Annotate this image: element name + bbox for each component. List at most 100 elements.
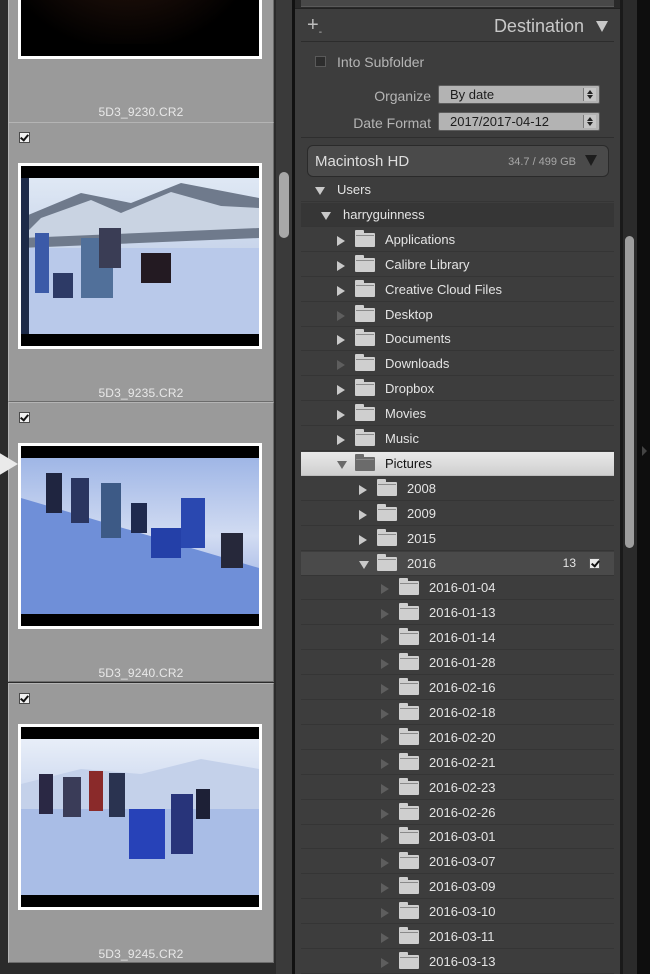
disclosure-closed-icon[interactable] [381,808,389,819]
filename-label: 5D3_9245.CR2 [98,947,184,961]
folder-row-2015[interactable]: 2015 [301,527,614,551]
folder-label: 2009 [407,505,436,521]
folder-row-2016-03-07[interactable]: 2016-03-07 [301,850,614,875]
folder-row-calibre-library[interactable]: Calibre Library [301,253,614,277]
folder-row-2016-02-21[interactable]: 2016-02-21 [301,751,614,775]
photo-thumbnail[interactable] [18,0,262,59]
disclosure-closed-icon[interactable] [381,908,389,919]
disclosure-closed-icon[interactable] [381,659,389,670]
folder-row-2016-03-01[interactable]: 2016-03-01 [301,825,614,850]
folder-row-2016-03-09[interactable]: 2016-03-09 [301,875,614,900]
folder-icon [355,279,375,297]
disclosure-closed-icon[interactable] [381,858,389,869]
grid-scrollbar[interactable] [276,0,292,974]
folder-label: 2016-02-20 [429,729,496,745]
folder-row-2008[interactable]: 2008 [301,477,614,501]
disclosure-open-icon[interactable] [337,460,347,469]
disclosure-closed-icon[interactable] [337,410,345,421]
disclosure-closed-icon[interactable] [381,733,389,744]
disclosure-closed-icon[interactable] [381,957,389,968]
folder-icon [355,379,375,397]
folder-row-2016-02-26[interactable]: 2016-02-26 [301,801,614,825]
disclosure-closed-icon[interactable] [337,285,345,296]
folder-row-2016[interactable]: 2016 13 [301,551,614,576]
disclosure-closed-icon[interactable] [337,310,345,321]
destination-panel: +- Destination Into Subfolder Organize B… [295,0,620,974]
disclosure-closed-icon[interactable] [381,833,389,844]
grid-scrollbar-thumb[interactable] [279,172,289,238]
into-subfolder-checkbox[interactable] [315,56,326,67]
folder-icon [399,777,419,795]
disclosure-closed-icon[interactable] [381,883,389,894]
disclosure-closed-icon[interactable] [381,684,389,694]
disclosure-open-icon[interactable] [321,211,331,220]
folder-row-documents[interactable]: Documents [301,327,614,352]
disclosure-closed-icon[interactable] [337,360,345,371]
folder-row-applications[interactable]: Applications [301,228,614,252]
photo-thumbnail[interactable] [18,724,262,910]
folder-row-2016-03-13[interactable]: 2016-03-13 [301,950,614,974]
folder-row-2016-01-04[interactable]: 2016-01-04 [301,576,614,601]
folder-row-dropbox[interactable]: Dropbox [301,377,614,402]
expand-panel-icon[interactable] [642,446,647,456]
folder-label: Users [337,182,371,197]
add-folder-icon[interactable]: +- [307,15,322,43]
disclosure-closed-icon[interactable] [359,534,367,545]
disclosure-closed-icon[interactable] [381,584,389,595]
folder-row-pictures[interactable]: Pictures [301,451,614,476]
folder-row-2009[interactable]: 2009 [301,502,614,526]
disclosure-closed-icon[interactable] [381,783,389,794]
photo-thumbnail[interactable] [18,163,262,349]
photo-thumbnail[interactable] [18,443,262,629]
folder-row-2016-03-11[interactable]: 2016-03-11 [301,925,614,949]
date-format-row: Date Format 2017/2017-04-12 [295,111,620,135]
panel-scrollbar-thumb[interactable] [625,236,634,548]
disclosure-closed-icon[interactable] [337,260,345,271]
folder-row-2016-02-23[interactable]: 2016-02-23 [301,776,614,800]
folder-row-2016-01-14[interactable]: 2016-01-14 [301,626,614,651]
include-checkbox[interactable] [19,132,30,143]
folder-icon [399,927,419,944]
disclosure-closed-icon[interactable] [337,385,345,396]
folder-row-2016-03-10[interactable]: 2016-03-10 [301,900,614,925]
folder-row-2016-02-18[interactable]: 2016-02-18 [301,701,614,725]
folder-icon [399,678,419,695]
folder-row-creative-cloud-files[interactable]: Creative Cloud Files [301,278,614,302]
date-format-select[interactable]: 2017/2017-04-12 [438,112,600,131]
folder-row-2016-02-20[interactable]: 2016-02-20 [301,726,614,750]
disclosure-closed-icon[interactable] [381,634,389,645]
folder-row-downloads[interactable]: Downloads [301,352,614,377]
disclosure-closed-icon[interactable] [381,708,389,719]
thumbnail-cell[interactable]: 5D3_9240.CR2 [8,402,274,682]
disclosure-closed-icon[interactable] [381,758,389,769]
destination-header[interactable]: +- Destination [295,9,620,41]
folder-row-movies[interactable]: Movies [301,402,614,427]
folder-row-2016-02-16[interactable]: 2016-02-16 [301,676,614,700]
disclosure-closed-icon[interactable] [337,335,345,346]
disclosure-open-icon[interactable] [359,560,369,569]
select-arrows-icon [583,115,596,128]
disclosure-closed-icon[interactable] [337,435,345,445]
folder-row-users[interactable]: Users [301,178,614,202]
disclosure-closed-icon[interactable] [381,609,389,620]
disclosure-closed-icon[interactable] [359,484,367,495]
volume-collapse-icon[interactable] [585,155,597,166]
volume-header[interactable]: Macintosh HD 34.7 / 499 GB [307,145,609,177]
folder-row-desktop[interactable]: Desktop [301,303,614,327]
thumbnail-cell[interactable]: 5D3_9245.CR2 [8,683,274,963]
include-checkbox[interactable] [19,693,30,704]
disclosure-open-icon[interactable] [315,187,325,195]
collapse-triangle-icon[interactable] [596,21,608,32]
into-subfolder-row: Into Subfolder [295,50,620,74]
disclosure-closed-icon[interactable] [359,509,367,520]
organize-select[interactable]: By date [438,85,600,104]
folder-row-2016-01-13[interactable]: 2016-01-13 [301,601,614,626]
disclosure-closed-icon[interactable] [337,235,345,246]
folder-row-harryguinness[interactable]: harryguinness [301,202,614,227]
folder-row-2016-01-28[interactable]: 2016-01-28 [301,651,614,676]
include-checkbox[interactable] [19,412,30,423]
folder-row-music[interactable]: Music [301,427,614,451]
thumbnail-cell[interactable]: 5D3_9235.CR2 [8,122,274,402]
disclosure-closed-icon[interactable] [381,933,389,943]
folder-label: Music [385,431,419,446]
